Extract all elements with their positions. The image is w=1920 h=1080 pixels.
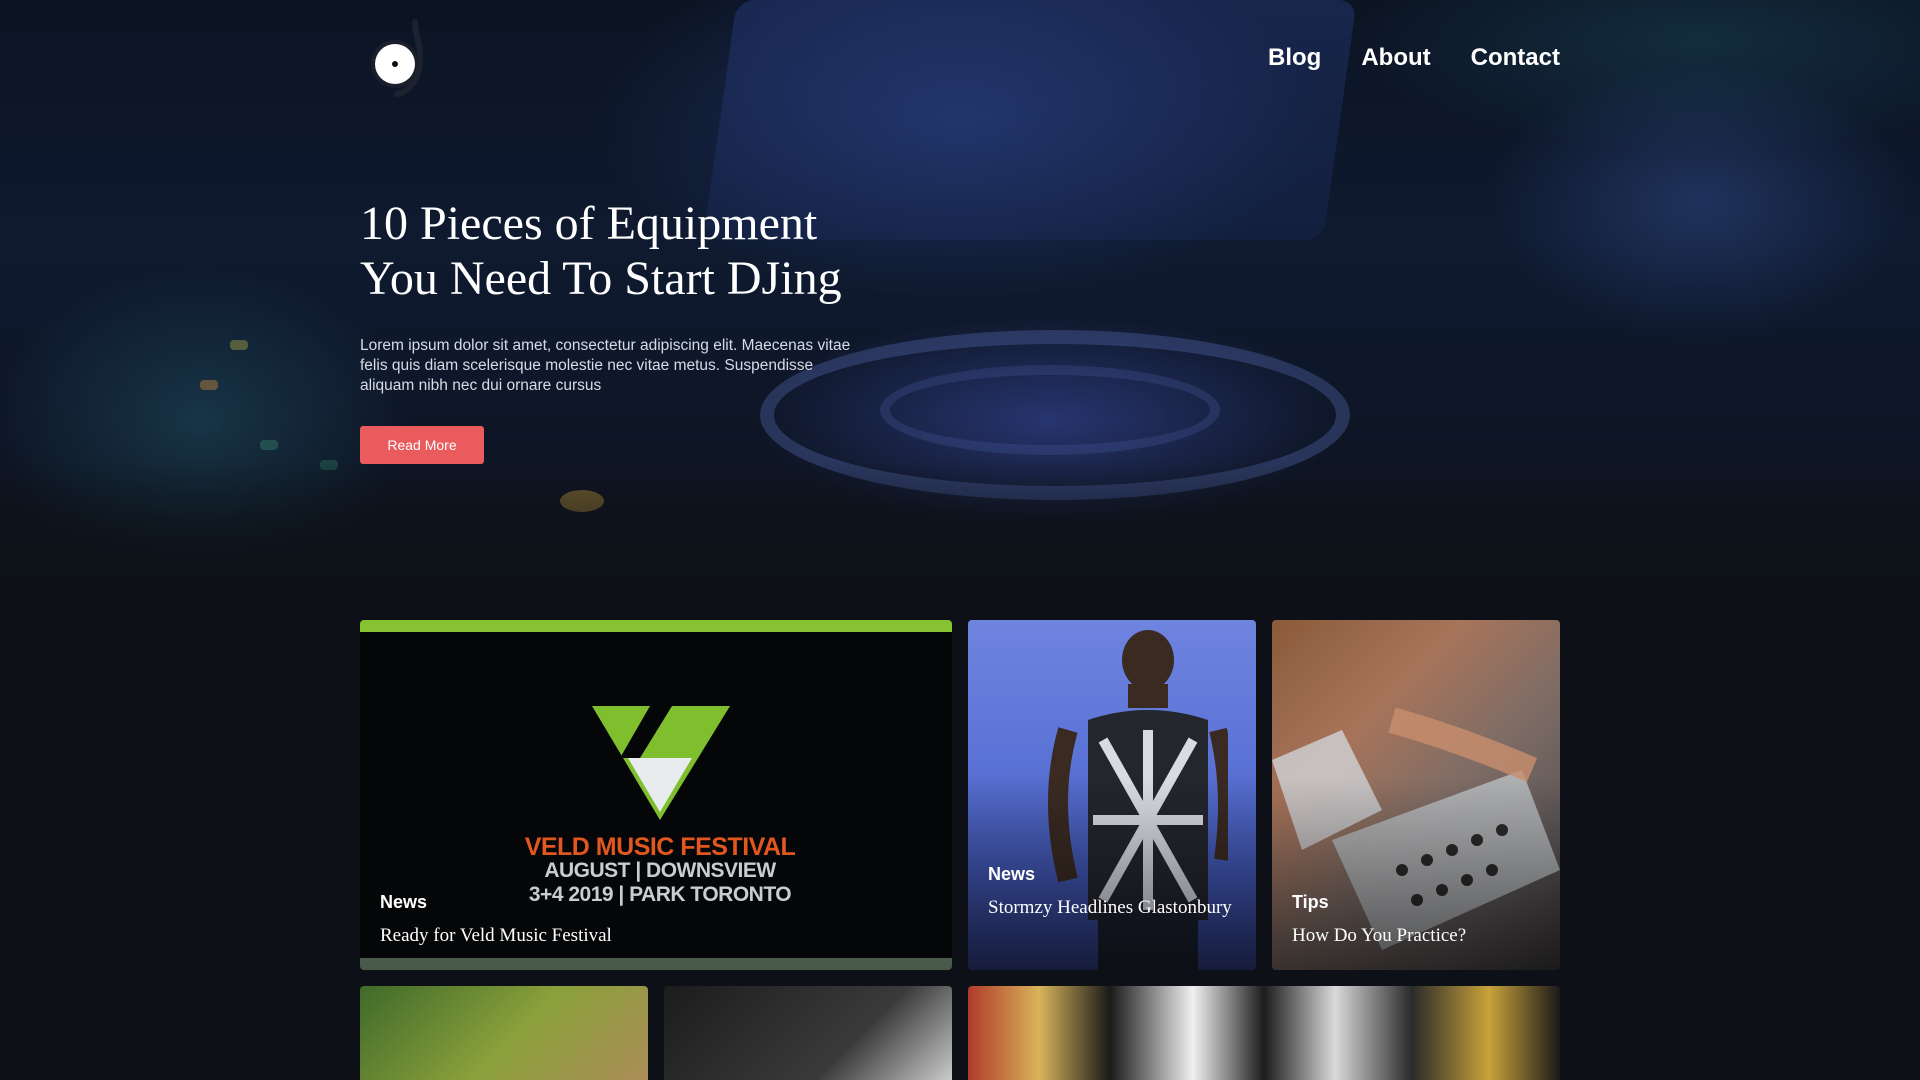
card-title[interactable]: How Do You Practice? (1292, 922, 1540, 950)
post-card-veld[interactable]: VELD MUSIC FESTIVAL AUGUST | DOWNSVIEW 3… (360, 620, 952, 970)
hero-title: 10 Pieces of Equipment You Need To Start… (360, 196, 920, 306)
post-card-headphones[interactable] (968, 986, 1560, 1080)
festival-name: VELD MUSIC FESTIVAL (524, 833, 796, 861)
post-card-controller[interactable] (664, 986, 952, 1080)
hero-mixer-light (200, 380, 218, 390)
post-card-stormzy[interactable]: News Stormzy Headlines Glastonbury (968, 620, 1256, 970)
hero-mixer-light (230, 340, 248, 350)
festival-poster-text: VELD MUSIC FESTIVAL AUGUST | DOWNSVIEW 3… (510, 835, 810, 907)
hero-title-line1: 10 Pieces of Equipment (360, 197, 818, 250)
hero-description: Lorem ipsum dolor sit amet, consectetur … (360, 337, 851, 394)
main-nav: Blog About Contact (1268, 44, 1560, 72)
hero-fade (0, 460, 1920, 600)
hero-title-line2: You Need To Start DJing (360, 252, 842, 305)
nav-contact-link[interactable]: Contact (1471, 44, 1560, 72)
card-title[interactable]: Stormzy Headlines Glastonbury (988, 894, 1236, 922)
card-category: News (380, 892, 428, 912)
festival-bottom-strip (360, 958, 952, 970)
festival-date-place: AUGUST | DOWNSVIEW (544, 859, 776, 882)
read-more-button[interactable]: Read More (360, 426, 484, 464)
nav-blog-link[interactable]: Blog (1268, 44, 1321, 72)
post-card-bracelet[interactable] (360, 986, 648, 1080)
festival-green-strip (360, 620, 952, 632)
nav-about-link[interactable]: About (1361, 44, 1430, 72)
hero-turntable-center (880, 365, 1220, 455)
post-card-tips[interactable]: Tips How Do You Practice? (1272, 620, 1560, 970)
card-category: News (988, 864, 1036, 884)
card-category: Tips (1292, 892, 1329, 912)
festival-year-city: 3+4 2019 | PARK TORONTO (528, 883, 792, 906)
card-title[interactable]: Ready for Veld Music Festival (380, 922, 932, 950)
veld-logo-icon (592, 706, 730, 820)
hero-background (0, 0, 1920, 600)
vinyl-record-logo-icon[interactable] (371, 18, 431, 98)
hero-mixer-light (260, 440, 278, 450)
